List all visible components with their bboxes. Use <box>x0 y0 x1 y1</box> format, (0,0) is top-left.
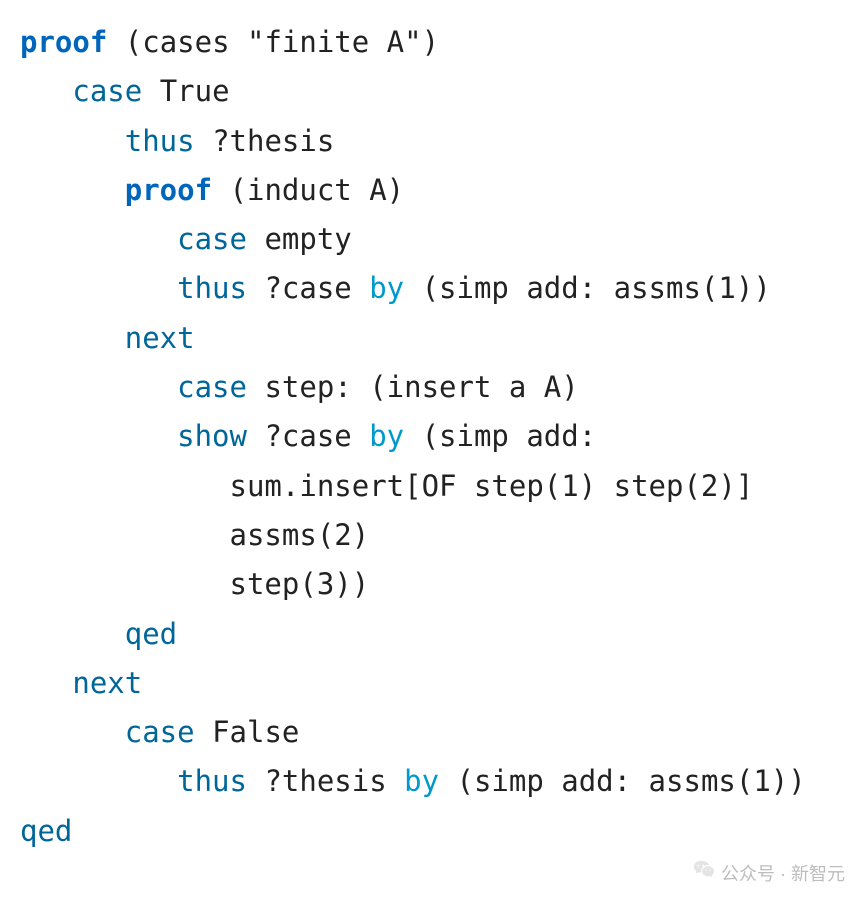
code-token: next <box>72 666 142 700</box>
code-token: case <box>177 370 247 404</box>
watermark: 公众号 · 新智元 <box>693 858 845 890</box>
code-token: case <box>125 715 195 749</box>
wechat-icon <box>693 858 715 890</box>
code-token: next <box>125 321 195 355</box>
code-token: empty <box>247 222 352 256</box>
code-line: proof (induct A) <box>20 166 843 215</box>
code-token: (simp add: assms(1)) <box>439 764 806 798</box>
code-token: case <box>72 74 142 108</box>
code-token: True <box>142 74 229 108</box>
code-token: thus <box>177 764 247 798</box>
code-token: assms(2) <box>230 518 370 552</box>
code-line: case step: (insert a A) <box>20 363 843 412</box>
code-line: qed <box>20 807 843 856</box>
code-line: next <box>20 314 843 363</box>
code-line: assms(2) <box>20 511 843 560</box>
code-line: show ?case by (simp add: <box>20 412 843 461</box>
code-token: ?thesis <box>195 124 335 158</box>
code-token: qed <box>20 814 72 848</box>
code-block: proof (cases "finite A") case True thus … <box>20 18 843 856</box>
code-token: step: (insert a A) <box>247 370 579 404</box>
code-token: case <box>177 222 247 256</box>
code-token: (cases "finite A") <box>107 25 439 59</box>
code-token: proof <box>20 25 107 59</box>
code-token: ?thesis <box>247 764 404 798</box>
code-line: case empty <box>20 215 843 264</box>
code-token: qed <box>125 617 177 651</box>
watermark-text: 公众号 · 新智元 <box>721 859 845 890</box>
code-token: ?case <box>247 271 369 305</box>
code-line: case True <box>20 67 843 116</box>
code-token: step(3)) <box>230 567 370 601</box>
code-line: thus ?case by (simp add: assms(1)) <box>20 264 843 313</box>
code-token: ?case <box>247 419 369 453</box>
code-line: step(3)) <box>20 560 843 609</box>
code-token: by <box>369 419 404 453</box>
code-token: by <box>404 764 439 798</box>
code-line: thus ?thesis by (simp add: assms(1)) <box>20 757 843 806</box>
code-token: (simp add: <box>404 419 596 453</box>
code-token: show <box>177 419 247 453</box>
code-line: case False <box>20 708 843 757</box>
code-token: sum.insert[OF step(1) step(2)] <box>230 469 754 503</box>
code-line: next <box>20 659 843 708</box>
code-line: qed <box>20 610 843 659</box>
code-token: False <box>195 715 300 749</box>
code-token: (simp add: assms(1)) <box>404 271 771 305</box>
code-token: by <box>369 271 404 305</box>
code-line: thus ?thesis <box>20 117 843 166</box>
code-token: thus <box>125 124 195 158</box>
code-token: (induct A) <box>212 173 404 207</box>
code-token: thus <box>177 271 247 305</box>
code-line: sum.insert[OF step(1) step(2)] <box>20 462 843 511</box>
code-line: proof (cases "finite A") <box>20 18 843 67</box>
code-token: proof <box>125 173 212 207</box>
